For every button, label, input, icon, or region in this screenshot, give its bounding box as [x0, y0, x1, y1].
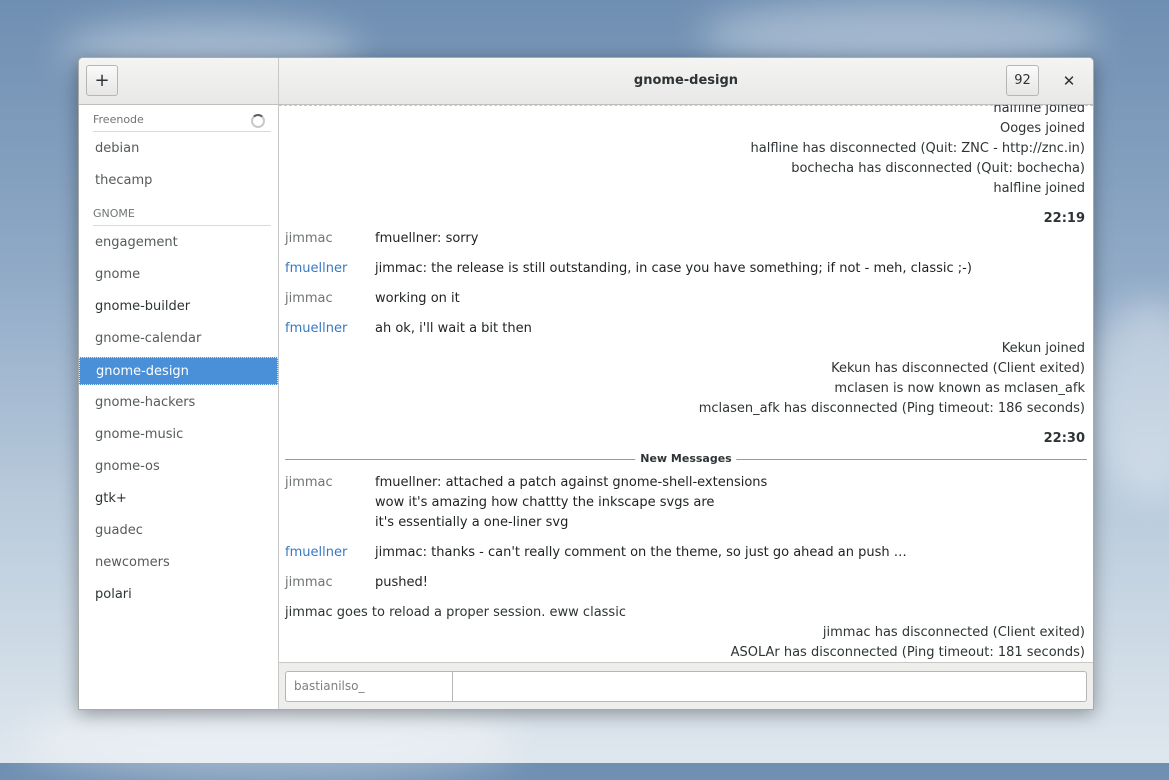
room-item-selected[interactable]: gnome-design [79, 357, 278, 385]
timestamp: 22:19 [1043, 211, 1085, 226]
scroll-edge-divider [279, 105, 1093, 106]
timestamp: 22:30 [1043, 431, 1085, 446]
add-room-button[interactable]: + [86, 65, 118, 96]
network-header-gnome: GNOME [93, 205, 271, 226]
status-line: halfline has disconnected (Quit: ZNC - h… [750, 141, 1085, 156]
network-header-freenode: Freenode [93, 111, 271, 132]
loading-spinner-icon [251, 114, 265, 128]
message-text: it's essentially a one-liner svg [375, 515, 569, 530]
room-item[interactable]: polari [79, 581, 278, 609]
room-sidebar: Freenode debian thecamp GNOME engagement… [79, 105, 279, 709]
status-line: Kekun has disconnected (Client exited) [831, 361, 1085, 376]
room-item[interactable]: gnome-builder [79, 293, 278, 321]
message-nick[interactable]: jimmac [285, 475, 333, 490]
network-name: GNOME [93, 207, 135, 220]
user-count-button[interactable]: 92 [1006, 65, 1039, 96]
status-line: halfline joined [993, 181, 1085, 196]
room-item[interactable]: gnome-os [79, 453, 278, 481]
room-item[interactable]: guadec [79, 517, 278, 545]
status-line: jimmac has disconnected (Client exited) [822, 625, 1085, 640]
status-line: mclasen_afk has disconnected (Ping timeo… [698, 401, 1085, 416]
message-nick[interactable]: fmuellner [285, 545, 347, 560]
chat-log[interactable]: halfline joined Ooges joined halfline ha… [279, 105, 1093, 662]
room-item[interactable]: gnome-music [79, 421, 278, 449]
message-input[interactable] [452, 671, 1087, 702]
message-entry-bar: bastianilso_ [279, 662, 1093, 709]
message-nick[interactable]: fmuellner [285, 261, 347, 276]
message-nick[interactable]: jimmac [285, 575, 333, 590]
new-messages-divider: New Messages [285, 451, 1087, 467]
room-item[interactable]: gnome [79, 261, 278, 289]
status-line: bochecha has disconnected (Quit: bochech… [791, 161, 1085, 176]
room-item[interactable]: newcomers [79, 549, 278, 577]
app-window: + gnome-design 92 ✕ Freenode debian thec… [78, 57, 1094, 710]
message-text: jimmac: the release is still outstanding… [375, 261, 972, 276]
status-line: halfline joined [993, 105, 1085, 116]
close-button[interactable]: ✕ [1054, 66, 1084, 96]
status-line: Ooges joined [999, 121, 1085, 136]
window-title: gnome-design [633, 73, 739, 88]
status-line: Kekun joined [1001, 341, 1085, 356]
header-left-pane: + [79, 58, 279, 104]
room-item[interactable]: debian [79, 135, 278, 163]
status-line: ASOLAr has disconnected (Ping timeout: 1… [730, 645, 1085, 660]
message-text: fmuellner: attached a patch against gnom… [375, 475, 768, 490]
message-text: working on it [375, 291, 460, 306]
new-messages-label: New Messages [635, 451, 737, 467]
message-nick[interactable]: fmuellner [285, 321, 347, 336]
message-text: pushed! [375, 575, 428, 590]
room-item[interactable]: engagement [79, 229, 278, 257]
header-bar: + gnome-design 92 ✕ [79, 58, 1093, 105]
message-text: wow it's amazing how chattty the inkscap… [375, 495, 715, 510]
room-item[interactable]: gtk+ [79, 485, 278, 513]
room-item[interactable]: gnome-hackers [79, 389, 278, 417]
nick-entry-button[interactable]: bastianilso_ [285, 671, 453, 702]
status-line: mclasen is now known as mclasen_afk [834, 381, 1085, 396]
message-nick[interactable]: jimmac [285, 291, 333, 306]
message-text: fmuellner: sorry [375, 231, 479, 246]
room-item[interactable]: gnome-calendar [79, 325, 278, 353]
network-name: Freenode [93, 113, 144, 126]
room-item[interactable]: thecamp [79, 167, 278, 195]
action-message: jimmac goes to reload a proper session. … [285, 605, 626, 620]
message-text: ah ok, i'll wait a bit then [375, 321, 532, 336]
message-text: jimmac: thanks - can't really comment on… [375, 545, 907, 560]
message-nick[interactable]: jimmac [285, 231, 333, 246]
